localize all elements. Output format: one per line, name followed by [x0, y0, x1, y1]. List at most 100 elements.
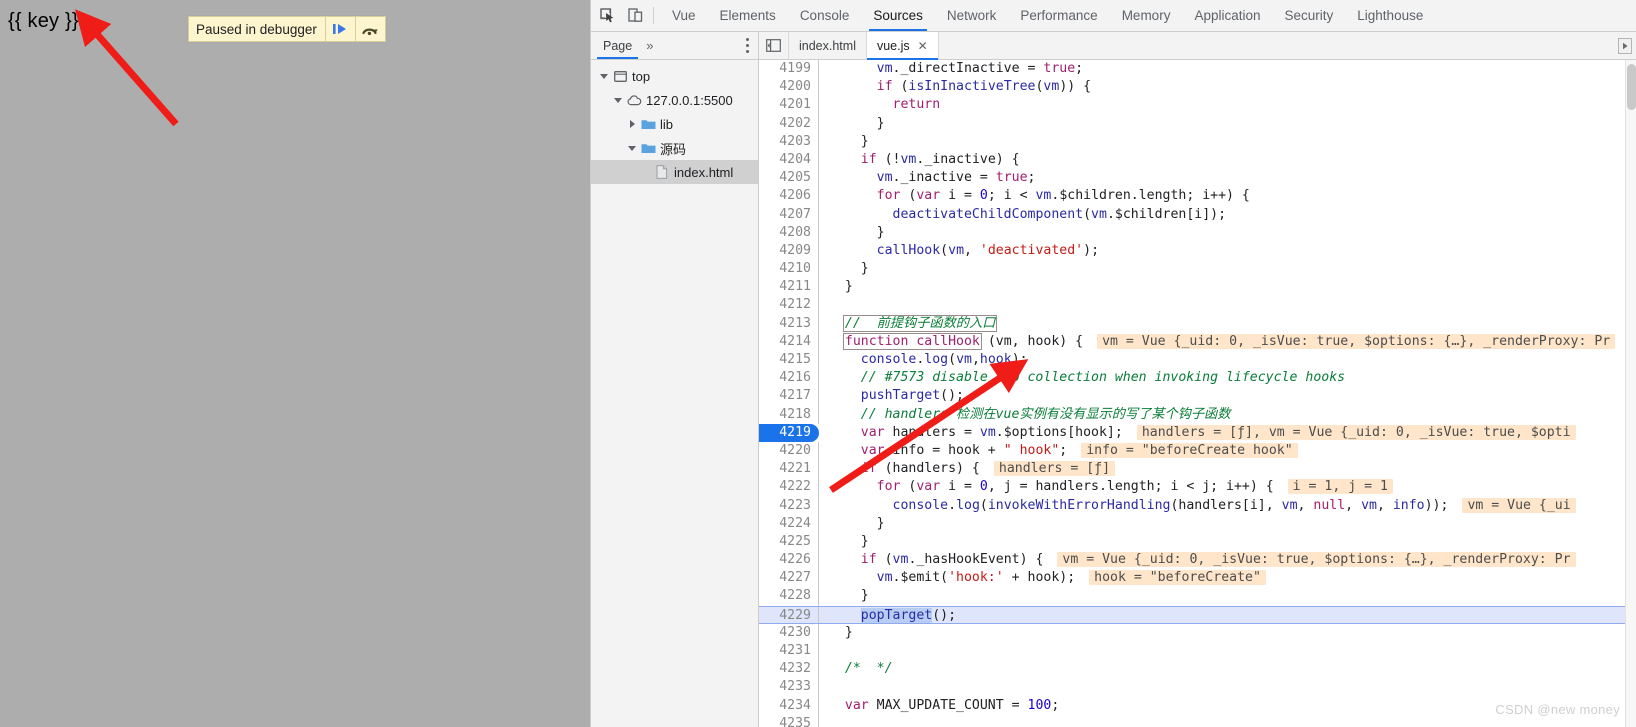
code-line[interactable]: 4220 var info = hook + " hook"; info = "b…: [759, 441, 1636, 461]
code-line[interactable]: 4204 if (!vm._inactive) {: [759, 150, 1636, 170]
editor-tab-vue-js[interactable]: vue.js ✕: [866, 32, 939, 60]
code-line[interactable]: 4217 pushTarget();: [759, 387, 1636, 406]
code-line[interactable]: 4201 return: [759, 96, 1636, 115]
line-number[interactable]: 4216: [759, 369, 819, 388]
line-number[interactable]: 4202: [759, 114, 819, 133]
editor-tab-index-html[interactable]: index.html: [789, 32, 867, 59]
code-line[interactable]: 4225 }: [759, 532, 1636, 552]
tab-network[interactable]: Network: [935, 0, 1009, 31]
line-number[interactable]: 4199: [759, 60, 819, 79]
navigator-more-options-icon[interactable]: [737, 32, 758, 59]
tab-security[interactable]: Security: [1273, 0, 1346, 31]
line-number[interactable]: 4232: [759, 660, 819, 679]
line-number[interactable]: 4211: [759, 278, 819, 297]
tab-performance[interactable]: Performance: [1008, 0, 1109, 31]
line-number[interactable]: 4213: [759, 314, 819, 333]
code-line[interactable]: 4226 if (vm._hasHookEvent) {vm = Vue {_u…: [759, 551, 1636, 570]
code-line[interactable]: 4214 function callHook (vm, hook) {vm = …: [759, 332, 1636, 351]
line-number[interactable]: 4231: [759, 642, 819, 661]
close-icon[interactable]: ✕: [918, 39, 928, 53]
line-number[interactable]: 4204: [759, 150, 819, 170]
code-editor[interactable]: 4199 vm._directInactive = true; 4200 if (…: [759, 60, 1636, 727]
line-number[interactable]: 4217: [759, 387, 819, 406]
line-number[interactable]: 4209: [759, 241, 819, 261]
resume-script-icon[interactable]: [324, 17, 355, 41]
code-line[interactable]: 4199 vm._directInactive = true;: [759, 60, 1636, 79]
line-number[interactable]: 4233: [759, 678, 819, 697]
line-number[interactable]: 4205: [759, 169, 819, 188]
tree-item-source-folder[interactable]: 源码: [591, 136, 758, 160]
chevron-down-icon[interactable]: [597, 73, 611, 79]
code-line[interactable]: 4216 // #7573 disable dep collection whe…: [759, 369, 1636, 388]
code-line[interactable]: 4211 }: [759, 278, 1636, 297]
code-line[interactable]: 4233: [759, 678, 1636, 697]
code-line[interactable]: 4207 deactivateChildComponent(vm.$childr…: [759, 205, 1636, 224]
code-line[interactable]: 4232 /* */: [759, 660, 1636, 679]
line-number[interactable]: 4226: [759, 551, 819, 570]
navigator-tab-page[interactable]: Page: [595, 32, 640, 59]
line-number[interactable]: 4215: [759, 351, 819, 370]
show-navigator-icon[interactable]: [759, 32, 789, 59]
line-number[interactable]: 4220: [759, 441, 819, 461]
line-number[interactable]: 4200: [759, 78, 819, 97]
tree-item-index-html[interactable]: index.html: [591, 160, 758, 184]
code-line[interactable]: 4208 }: [759, 223, 1636, 242]
line-number[interactable]: 4208: [759, 223, 819, 242]
line-number[interactable]: 4223: [759, 496, 819, 515]
code-line[interactable]: 4209 callHook(vm, 'deactivated');: [759, 241, 1636, 261]
code-line[interactable]: 4203 }: [759, 132, 1636, 151]
tab-sources[interactable]: Sources: [861, 0, 935, 31]
code-line[interactable]: 4206 for (var i = 0; i < vm.$children.le…: [759, 187, 1636, 206]
line-number[interactable]: 4201: [759, 96, 819, 115]
code-line[interactable]: 4228 }: [759, 587, 1636, 606]
code-line[interactable]: 4210 }: [759, 260, 1636, 279]
line-number[interactable]: 4203: [759, 132, 819, 151]
line-number[interactable]: 4219: [759, 423, 819, 442]
line-number[interactable]: 4235: [759, 714, 819, 727]
chevron-down-icon[interactable]: [625, 145, 639, 151]
line-number[interactable]: 4234: [759, 696, 819, 715]
line-number[interactable]: 4229: [759, 606, 819, 623]
inspect-element-icon[interactable]: [593, 0, 621, 31]
tab-vue[interactable]: Vue: [660, 0, 708, 31]
code-line[interactable]: 4212: [759, 296, 1636, 315]
line-number[interactable]: 4222: [759, 478, 819, 497]
more-tabs-icon[interactable]: »: [640, 32, 659, 59]
chevron-right-icon[interactable]: [625, 120, 639, 128]
code-line[interactable]: 4223 console.log(invokeWithErrorHandling…: [759, 496, 1636, 515]
tree-item-top[interactable]: top: [591, 64, 758, 88]
tab-application[interactable]: Application: [1182, 0, 1272, 31]
line-number[interactable]: 4228: [759, 587, 819, 606]
code-line[interactable]: 4229 popTarget();: [759, 605, 1636, 624]
line-number[interactable]: 4224: [759, 514, 819, 533]
code-line[interactable]: 4218 // handlers 检测在vue实例有没有显示的写了某个钩子函数: [759, 405, 1636, 424]
tree-item-origin[interactable]: 127.0.0.1:5500: [591, 88, 758, 112]
line-number[interactable]: 4210: [759, 260, 819, 279]
code-line[interactable]: 4224 }: [759, 514, 1636, 533]
line-number[interactable]: 4214: [759, 332, 819, 351]
line-number[interactable]: 4207: [759, 205, 819, 224]
code-line[interactable]: 4200 if (isInInactiveTree(vm)) {: [759, 78, 1636, 97]
line-number[interactable]: 4230: [759, 623, 819, 642]
code-line[interactable]: 4230 }: [759, 623, 1636, 642]
code-line[interactable]: 4231: [759, 642, 1636, 661]
code-line[interactable]: 4222 for (var i = 0, j = handlers.length…: [759, 478, 1636, 497]
code-line[interactable]: 4205 vm._inactive = true;: [759, 169, 1636, 188]
chevron-down-icon[interactable]: [611, 97, 625, 103]
code-line[interactable]: 4213 // 前提钩子函数的入口: [759, 314, 1636, 333]
code-line[interactable]: 4202 }: [759, 114, 1636, 133]
line-number[interactable]: 4212: [759, 296, 819, 315]
tab-lighthouse[interactable]: Lighthouse: [1345, 0, 1435, 31]
code-line[interactable]: 4221 if (handlers) {handlers = [ƒ]: [759, 460, 1636, 479]
scroll-tabs-right-icon[interactable]: [1614, 32, 1636, 59]
tab-memory[interactable]: Memory: [1110, 0, 1183, 31]
device-toolbar-icon[interactable]: [621, 0, 649, 31]
code-line[interactable]: 4227 vm.$emit('hook:' + hook); hook = "be…: [759, 569, 1636, 588]
code-vertical-scrollbar[interactable]: [1625, 60, 1636, 727]
code-line[interactable]: 4219 var handlers = vm.$options[hook]; ha…: [759, 423, 1636, 442]
line-number[interactable]: 4206: [759, 187, 819, 206]
tree-item-lib[interactable]: lib: [591, 112, 758, 136]
code-line[interactable]: 4215 console.log(vm,hook);: [759, 351, 1636, 370]
line-number[interactable]: 4227: [759, 569, 819, 588]
line-number[interactable]: 4225: [759, 532, 819, 552]
